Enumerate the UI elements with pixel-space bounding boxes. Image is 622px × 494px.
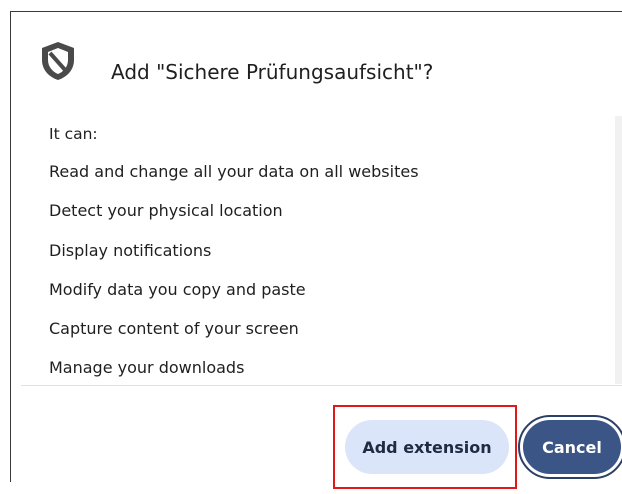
permission-item: Manage your downloads [49, 358, 245, 378]
add-extension-button[interactable]: Add extension [345, 420, 509, 474]
permission-item: Modify data you copy and paste [49, 279, 306, 299]
shield-icon [42, 42, 74, 80]
permissions-lead: It can: [49, 125, 98, 143]
permission-item: Capture content of your screen [49, 319, 299, 339]
dialog-footer: Add extension Cancel [21, 386, 622, 494]
cancel-button[interactable]: Cancel [523, 420, 621, 474]
permission-item: Detect your physical location [49, 201, 283, 221]
dialog-header [39, 40, 77, 82]
permissions-scrollbar[interactable] [615, 116, 622, 384]
extension-install-dialog: Add "Sichere Prüfungsaufsicht"? It can: … [10, 11, 622, 489]
permissions-list: Read and change all your data on all web… [49, 162, 419, 384]
permissions-section: It can: Read and change all your data on… [21, 112, 622, 384]
dialog-title: Add "Sichere Prüfungsaufsicht"? [111, 60, 434, 84]
permission-item: Read and change all your data on all web… [49, 162, 419, 181]
permission-item: Display notifications [49, 240, 212, 260]
